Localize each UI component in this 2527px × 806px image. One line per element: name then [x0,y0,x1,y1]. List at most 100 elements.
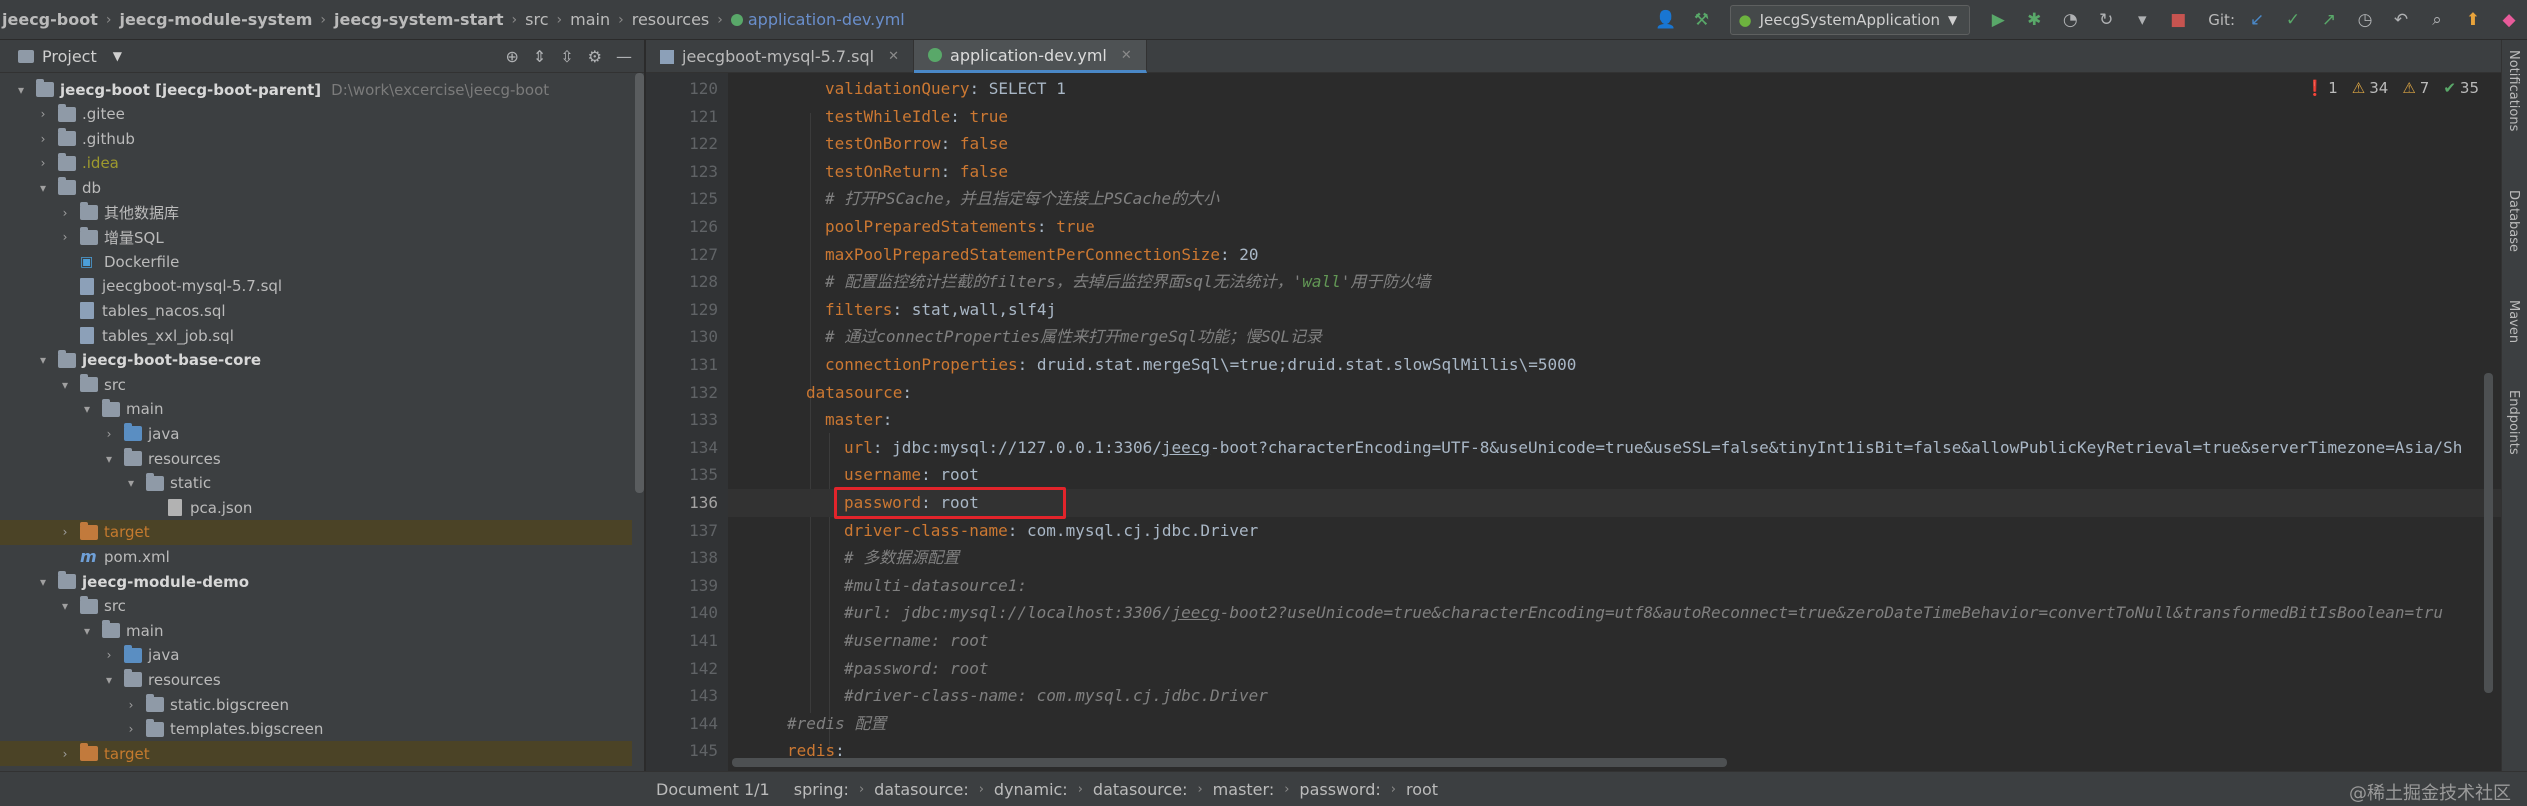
structure-breadcrumb-item[interactable]: datasource: [1093,780,1188,799]
chevron-right-icon[interactable]: › [36,107,50,121]
structure-breadcrumb-item[interactable]: root [1406,780,1438,799]
coverage-icon[interactable]: ◔ [2055,5,2085,35]
tree-item[interactable]: pca.json [0,495,632,520]
tree-item[interactable]: › 增量SQL [0,225,632,250]
structure-breadcrumb-item[interactable]: password: [1299,780,1380,799]
tree-item[interactable]: tables_xxl_job.sql [0,323,632,348]
tree-item[interactable]: ▾ jeecg-module-demo [0,569,632,594]
run-icon[interactable]: ▶ [1983,5,2013,35]
breadcrumb-item[interactable]: src [525,10,548,29]
structure-breadcrumb-item[interactable]: dynamic: [994,780,1068,799]
chevron-right-icon[interactable]: › [102,648,116,662]
chevron-right-icon[interactable]: › [124,698,138,712]
tool-window-endpoints[interactable]: Endpoints [2506,390,2521,455]
tree-item[interactable]: › java [0,421,632,446]
chevron-right-icon[interactable]: › [124,722,138,736]
tool-window-maven[interactable]: Maven [2506,300,2521,343]
tree-item[interactable]: ▾ jeecg-boot-base-core [0,348,632,373]
user-icon[interactable]: 👤 [1651,5,1681,35]
tree-item[interactable]: ▾ src [0,372,632,397]
gear-icon[interactable]: ⚙ [588,47,602,66]
code-editor[interactable]: ❗ 1 ⚠ 34 ⚠ 7 ✔ 35 validationQuery: SELECT 1t… [728,73,2501,771]
minimize-icon[interactable]: — [616,47,632,66]
editor-horizontal-scrollbar[interactable] [732,758,1727,767]
chevron-down-icon[interactable]: ▾ [36,575,50,589]
project-view-selector[interactable]: Project ▼ [0,47,122,66]
chevron-down-icon[interactable]: ▾ [58,378,72,392]
tree-item[interactable]: ▾ main [0,397,632,422]
chevron-right-icon[interactable]: › [102,427,116,441]
tool-window-database[interactable]: Database [2506,190,2521,252]
tree-item[interactable]: tables_nacos.sql [0,298,632,323]
tree-item[interactable]: › .idea [0,151,632,176]
editor-tab[interactable]: jeecgboot-mysql-5.7.sql ✕ [646,40,915,73]
chevron-right-icon[interactable]: › [36,132,50,146]
chevron-down-icon[interactable]: ▾ [80,402,94,416]
structure-breadcrumb-item[interactable]: Document 1/1 [656,780,770,799]
editor-tab[interactable]: application-dev.yml ✕ [914,40,1147,73]
chevron-right-icon[interactable]: › [58,206,72,220]
tree-item[interactable]: jeecgboot-mysql-5.7.sql [0,274,632,299]
chevron-down-icon[interactable]: ▾ [36,181,50,195]
chevron-down-icon[interactable]: ▾ [102,452,116,466]
git-update-icon[interactable]: ↙ [2242,5,2272,35]
tree-item[interactable]: › static.bigscreen [0,692,632,717]
tree-item[interactable]: ▾ static [0,471,632,496]
tree-item[interactable]: ▾ src [0,594,632,619]
tree-item[interactable]: m pom.xml [0,544,632,569]
tree-item[interactable]: › target [0,741,632,767]
git-rollback-icon[interactable]: ↶ [2386,5,2416,35]
tree-item[interactable]: ▾ jeecg-boot [jeecg-boot-parent] D:\work\e… [0,77,632,102]
tree-scrollbar[interactable] [635,73,644,493]
chevron-down-icon[interactable]: ▾ [102,673,116,687]
profiler-icon[interactable]: ↻ [2091,5,2121,35]
close-icon[interactable]: ✕ [888,49,899,64]
chevron-right-icon[interactable]: › [36,156,50,170]
build-hammer-icon[interactable]: ⚒ [1687,5,1717,35]
chevron-down-icon[interactable]: ▾ [14,83,28,97]
chevron-right-icon[interactable]: › [58,525,72,539]
inspection-widget[interactable]: ❗ 1 ⚠ 34 ⚠ 7 ✔ 35 [2306,79,2479,97]
git-push-icon[interactable]: ↗ [2314,5,2344,35]
breadcrumb-item[interactable]: jeecg-boot [2,10,98,29]
breadcrumb-item[interactable]: jeecg-system-start [334,10,504,29]
tree-item[interactable]: ▾ resources [0,667,632,692]
update-icon[interactable]: ⬆ [2458,5,2488,35]
structure-breadcrumb-item[interactable]: spring: [794,780,849,799]
search-icon[interactable]: ⌕ [2422,5,2452,35]
tree-item[interactable]: › java [0,643,632,668]
chevron-right-icon[interactable]: › [58,230,72,244]
stop-icon[interactable]: ■ [2163,5,2193,35]
tree-item[interactable]: ▾ main [0,618,632,643]
tree-item[interactable]: ▾ resources [0,446,632,471]
tree-item[interactable]: ▣ Dockerfile [0,249,632,274]
collapse-all-icon[interactable]: ⇳ [560,47,573,66]
tree-item[interactable]: › .github [0,126,632,151]
run-configuration-select[interactable]: ● JeecgSystemApplication ▼ [1729,5,1971,35]
tree-item[interactable]: › templates.bigscreen [0,717,632,742]
chevron-down-icon[interactable]: ▾ [36,353,50,367]
debug-icon[interactable]: ✱ [2019,5,2049,35]
tree-item[interactable]: ▾ db [0,175,632,200]
ide-logo-icon[interactable]: ◆ [2494,5,2524,35]
tree-item[interactable]: › 其他数据库 [0,200,632,225]
structure-breadcrumb-item[interactable]: datasource: [874,780,969,799]
breadcrumb-item[interactable]: jeecg-module-system [119,10,312,29]
chevron-right-icon[interactable]: › [58,747,72,761]
tree-item[interactable]: › .gitee [0,102,632,127]
git-commit-icon[interactable]: ✓ [2278,5,2308,35]
chevron-down-icon[interactable]: ▾ [80,624,94,638]
git-history-icon[interactable]: ◷ [2350,5,2380,35]
chevron-down-icon[interactable]: ▾ [124,476,138,490]
expand-all-icon[interactable]: ⇕ [533,47,546,66]
close-icon[interactable]: ✕ [1121,48,1132,63]
chevron-down-icon[interactable]: ▾ [58,599,72,613]
structure-breadcrumb-item[interactable]: master: [1213,780,1275,799]
locate-file-icon[interactable]: ⊕ [505,47,518,66]
breadcrumb-item[interactable]: resources [632,10,710,29]
breadcrumb-item[interactable]: main [570,10,610,29]
tool-window-notifications[interactable]: Notifications [2506,50,2521,131]
breadcrumb-item[interactable]: application-dev.yml [748,10,905,29]
tree-item[interactable]: › target [0,519,632,545]
more-run-icon[interactable]: ▾ [2127,5,2157,35]
